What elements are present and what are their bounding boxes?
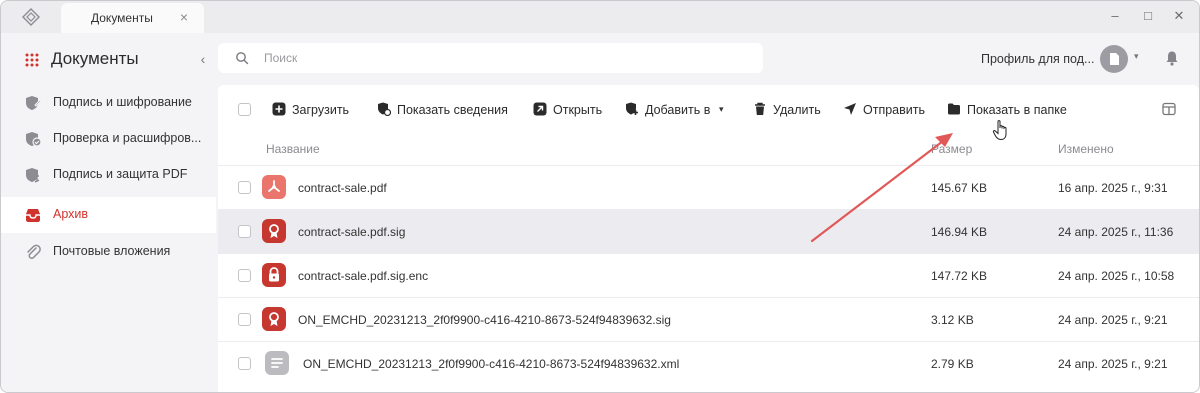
collapse-sidebar-icon[interactable]: ‹ <box>195 49 211 69</box>
send-label: Отправить <box>863 103 925 117</box>
file-size: 147.72 KB <box>931 269 988 283</box>
tab-close-icon[interactable]: × <box>175 8 193 26</box>
row-checkbox[interactable] <box>238 225 251 238</box>
avatar[interactable] <box>1100 45 1128 73</box>
plus-square-icon <box>272 102 286 116</box>
tab-documents[interactable]: Документы × <box>61 3 204 33</box>
xml-file-icon <box>265 351 289 375</box>
file-date: 24 апр. 2025 г., 9:21 <box>1058 357 1168 371</box>
app-window: Документы × – □ ✕ Документы ‹ Подпись и … <box>0 0 1200 393</box>
sidebar-item-label: Почтовые вложения <box>53 244 171 258</box>
open-external-icon <box>533 102 547 116</box>
file-date: 24 апр. 2025 г., 10:58 <box>1058 269 1175 283</box>
table-row[interactable]: contract-sale.pdf.sig 146.94 KB 24 апр. … <box>218 209 1199 253</box>
hand-cursor-icon <box>992 120 1007 141</box>
show-info-button[interactable]: Показать сведения <box>377 99 508 121</box>
column-header-modified[interactable]: Изменено <box>1058 142 1114 156</box>
table-row[interactable]: ON_EMCHD_20231213_2f0f9900-c416-4210-867… <box>218 297 1199 341</box>
tab-title: Документы <box>91 11 153 25</box>
table-row[interactable]: contract-sale.pdf 145.67 KB 16 апр. 2025… <box>218 165 1199 209</box>
upload-button[interactable]: Загрузить <box>272 99 352 121</box>
sidebar-item-verify-decrypt[interactable]: Проверка и расшифров... <box>1 121 216 157</box>
close-icon[interactable]: ✕ <box>1166 5 1192 27</box>
sidebar-item-archive[interactable]: Архив <box>1 197 216 233</box>
search-icon <box>236 52 249 65</box>
file-name: contract-sale.pdf.sig.enc <box>298 269 429 283</box>
sidebar-header: Документы ‹ <box>1 33 216 85</box>
sidebar-title: Документы <box>51 49 139 68</box>
sidebar-item-sign-encrypt[interactable]: Подпись и шифрование <box>1 85 216 121</box>
maximize-icon[interactable]: □ <box>1135 5 1161 27</box>
file-name: ON_EMCHD_20231213_2f0f9900-c416-4210-867… <box>298 313 671 327</box>
sidebar-item-label: Архив <box>53 207 89 221</box>
minimize-icon[interactable]: – <box>1102 5 1128 27</box>
shield-pen-icon <box>26 96 42 110</box>
file-size: 146.94 KB <box>931 225 988 239</box>
profile-name[interactable]: Профиль для под... <box>981 52 1094 66</box>
shield-plus-icon <box>626 102 638 115</box>
trash-icon <box>755 102 765 115</box>
file-date: 24 апр. 2025 г., 11:36 <box>1058 225 1174 239</box>
title-bar: Документы × – □ ✕ <box>1 1 1199 33</box>
search-input[interactable] <box>264 49 744 67</box>
pdf-file-icon <box>262 175 286 199</box>
sidebar-item-label: Подпись и шифрование <box>53 95 192 109</box>
bell-icon[interactable] <box>1164 50 1180 66</box>
layout-toggle-icon[interactable] <box>1162 102 1176 116</box>
signature-file-icon <box>262 307 286 331</box>
encrypted-file-icon <box>262 263 286 287</box>
upload-label: Загрузить <box>292 103 350 117</box>
documents-panel: Загрузить Показать сведения Открыть Доба… <box>218 85 1199 392</box>
row-checkbox[interactable] <box>238 357 251 370</box>
open-label: Открыть <box>553 103 603 117</box>
sidebar-item-mail-attachments[interactable]: Почтовые вложения <box>1 234 216 270</box>
shield-info-icon <box>378 102 391 116</box>
add-to-label: Добавить в <box>645 103 711 117</box>
chevron-down-icon[interactable]: ▾ <box>1134 51 1139 62</box>
archive-icon <box>26 209 40 222</box>
show-in-folder-label: Показать в папке <box>967 103 1067 117</box>
file-name: ON_EMCHD_20231213_2f0f9900-c416-4210-867… <box>303 357 680 371</box>
file-size: 145.67 KB <box>931 181 988 195</box>
shield-pdf-icon <box>26 168 40 183</box>
search-box[interactable] <box>218 43 763 73</box>
delete-button[interactable]: Удалить <box>753 99 823 121</box>
table-row[interactable]: contract-sale.pdf.sig.enc 147.72 KB 24 а… <box>218 253 1199 297</box>
add-to-chevron-icon[interactable]: ▾ <box>719 104 724 115</box>
open-button[interactable]: Открыть <box>533 99 603 121</box>
show-info-label: Показать сведения <box>397 103 508 117</box>
file-date: 24 апр. 2025 г., 9:21 <box>1058 313 1168 327</box>
file-name: contract-sale.pdf <box>298 181 387 195</box>
row-checkbox[interactable] <box>238 181 251 194</box>
table-row[interactable]: ON_EMCHD_20231213_2f0f9900-c416-4210-867… <box>218 341 1199 385</box>
file-size: 3.12 KB <box>931 313 974 327</box>
apps-grid-icon[interactable] <box>25 53 39 67</box>
select-all-checkbox[interactable] <box>238 103 251 116</box>
paperclip-icon <box>27 244 41 259</box>
sidebar: Документы ‹ Подпись и шифрование Проверк… <box>1 33 216 392</box>
shield-check-icon <box>26 132 42 147</box>
sidebar-item-label: Подпись и защита PDF <box>53 167 188 181</box>
column-header-size[interactable]: Размер <box>931 142 972 156</box>
folder-icon <box>948 103 960 115</box>
row-checkbox[interactable] <box>238 313 251 326</box>
app-logo-icon <box>22 8 40 26</box>
signature-file-icon <box>262 219 286 243</box>
document-avatar-icon <box>1110 53 1119 65</box>
row-checkbox[interactable] <box>238 269 251 282</box>
sidebar-item-pdf-protect[interactable]: Подпись и защита PDF <box>1 157 216 193</box>
column-header-name[interactable]: Название <box>266 142 320 156</box>
file-date: 16 апр. 2025 г., 9:31 <box>1058 181 1168 195</box>
file-name: contract-sale.pdf.sig <box>298 225 406 239</box>
send-icon <box>844 103 856 115</box>
send-button[interactable]: Отправить <box>843 99 925 121</box>
file-size: 2.79 KB <box>931 357 974 371</box>
delete-label: Удалить <box>773 103 821 117</box>
sidebar-item-label: Проверка и расшифров... <box>53 131 202 145</box>
